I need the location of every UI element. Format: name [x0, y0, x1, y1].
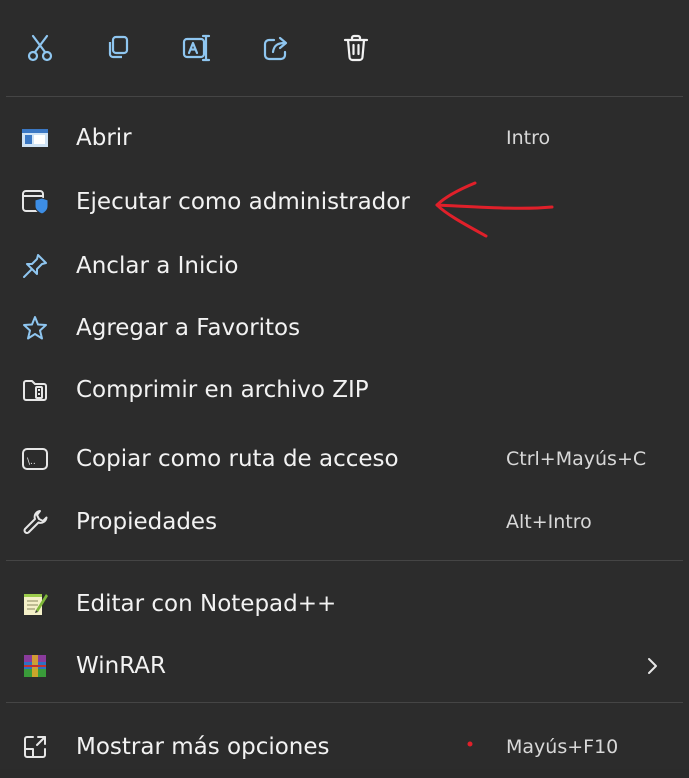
winrar-icon — [20, 651, 50, 681]
menu-item-compress-zip[interactable]: Comprimir en archivo ZIP — [0, 359, 689, 421]
notepadpp-icon — [20, 589, 50, 619]
menu-item-shortcut: Intro — [506, 127, 551, 149]
copy-path-icon: \.. — [20, 444, 50, 474]
open-icon — [20, 123, 50, 153]
menu-item-properties[interactable]: Propiedades Alt+Intro — [0, 491, 689, 553]
menu-item-run-as-admin[interactable]: Ejecutar como administrador — [0, 171, 689, 233]
pin-icon — [20, 251, 50, 281]
share-icon — [263, 36, 288, 61]
menu-item-add-favorites[interactable]: Agregar a Favoritos — [0, 297, 689, 359]
chevron-right-icon — [648, 658, 657, 674]
delete-icon — [343, 34, 369, 62]
share-button[interactable] — [256, 28, 296, 68]
menu-item-pin-to-start[interactable]: Anclar a Inicio — [0, 235, 689, 297]
menu-item-label: WinRAR — [76, 653, 166, 679]
wrench-icon — [20, 507, 50, 537]
rename-button[interactable] — [176, 28, 216, 68]
cut-button[interactable] — [20, 28, 60, 68]
separator — [6, 702, 683, 703]
star-icon — [20, 313, 50, 343]
copy-button[interactable] — [98, 28, 138, 68]
menu-item-label: Propiedades — [76, 509, 218, 535]
menu-item-open[interactable]: Abrir Intro — [0, 107, 689, 169]
menu-item-copy-as-path[interactable]: \.. Copiar como ruta de acceso Ctrl+Mayú… — [0, 428, 689, 490]
menu-item-label: Comprimir en archivo ZIP — [76, 377, 369, 403]
separator — [6, 560, 683, 561]
menu-item-label: Ejecutar como administrador — [76, 189, 410, 215]
cut-icon — [27, 34, 53, 62]
menu-item-edit-notepadpp[interactable]: Editar con Notepad++ — [0, 573, 689, 635]
menu-item-shortcut: Ctrl+Mayús+C — [506, 448, 647, 470]
context-menu: Abrir Intro Ejecutar como administrador … — [0, 0, 689, 769]
menu-item-label: Abrir — [76, 125, 132, 151]
delete-button[interactable] — [336, 28, 376, 68]
more-options-icon — [20, 732, 50, 762]
menu-item-label: Copiar como ruta de acceso — [76, 446, 399, 472]
menu-item-label: Agregar a Favoritos — [76, 315, 301, 341]
menu-item-label: Editar con Notepad++ — [76, 591, 337, 617]
quick-actions-toolbar — [0, 0, 689, 96]
rename-icon — [182, 34, 211, 62]
run-as-admin-icon — [20, 187, 50, 217]
copy-icon — [108, 35, 129, 59]
zip-icon — [20, 375, 50, 405]
menu-item-winrar[interactable]: WinRAR — [0, 635, 689, 697]
separator — [6, 96, 683, 97]
menu-item-shortcut: Alt+Intro — [506, 511, 592, 533]
menu-item-label: Anclar a Inicio — [76, 253, 239, 279]
svg-text:\..: \.. — [27, 457, 36, 467]
